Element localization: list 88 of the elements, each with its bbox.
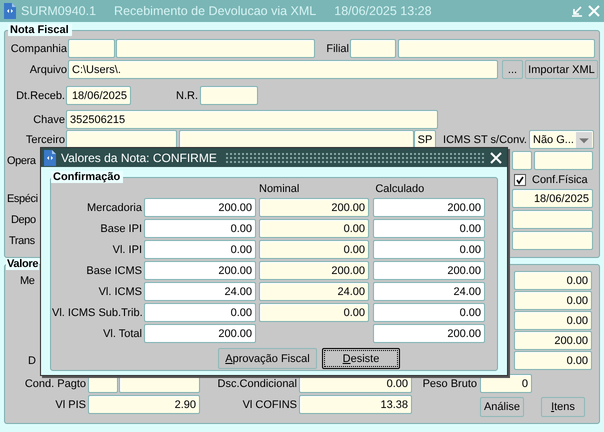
browse-button[interactable]: ... bbox=[502, 60, 523, 79]
document-icon bbox=[43, 150, 57, 166]
group-title: Valore bbox=[6, 258, 40, 270]
value-field[interactable]: 200.00 bbox=[144, 261, 256, 280]
field-label: D bbox=[28, 354, 36, 366]
input-field[interactable]: C:\Users\. bbox=[68, 60, 498, 79]
field-label: Terceiro bbox=[24, 134, 65, 146]
value-field[interactable]: 200.00 bbox=[259, 261, 369, 280]
group-title: Confirmação bbox=[51, 171, 124, 183]
date-field[interactable]: 18/06/2025 bbox=[66, 86, 131, 105]
field-label: Trans bbox=[9, 234, 35, 246]
input-field[interactable]: 200.00 bbox=[514, 331, 592, 350]
input-field[interactable]: 0.00 bbox=[514, 291, 592, 310]
row-label: Base IPI bbox=[99, 222, 142, 234]
field-label: Chave bbox=[32, 114, 65, 126]
field-label: Peso Bruto bbox=[422, 378, 477, 390]
minimize-icon[interactable] bbox=[571, 5, 583, 17]
group-title: Nota Fiscal bbox=[8, 24, 72, 36]
value-field[interactable]: 0.00 bbox=[144, 240, 256, 259]
input-field[interactable] bbox=[512, 210, 593, 229]
input-field[interactable]: 0.00 bbox=[514, 351, 592, 370]
checkbox-label: Conf.Física bbox=[531, 174, 588, 186]
input-field[interactable] bbox=[350, 39, 396, 58]
window-datetime: 18/06/2025 13:28 bbox=[334, 4, 432, 18]
input-field[interactable] bbox=[200, 86, 258, 105]
input-field[interactable]: 13.38 bbox=[299, 395, 412, 414]
value-field[interactable]: 200.00 bbox=[373, 198, 485, 217]
row-label: Mercadoria bbox=[86, 202, 142, 214]
field-label: Arquivo bbox=[28, 64, 67, 76]
field-label: Filial bbox=[325, 42, 349, 54]
value-field[interactable]: 24.00 bbox=[373, 282, 485, 301]
value-field[interactable]: 0.00 bbox=[373, 219, 485, 238]
window-subtitle: Recebimento de Devolucao via XML bbox=[114, 4, 316, 18]
value-field[interactable]: 0.00 bbox=[144, 219, 256, 238]
input-field[interactable] bbox=[398, 39, 595, 58]
field-label: Opera bbox=[7, 154, 36, 166]
items-button[interactable]: Itens bbox=[541, 396, 585, 416]
value-field[interactable]: 24.00 bbox=[259, 282, 369, 301]
value-field[interactable]: 200.00 bbox=[259, 198, 369, 217]
field-label: N.R. bbox=[175, 90, 198, 102]
field-label: Espéci bbox=[7, 192, 38, 204]
window-title: SURM0940.1 bbox=[21, 4, 96, 18]
field-label: Vl PIS bbox=[54, 398, 86, 410]
row-label: Vl. Total bbox=[102, 328, 142, 340]
value-field[interactable]: 0.00 bbox=[373, 303, 485, 322]
cancel-button[interactable]: Desiste bbox=[322, 348, 400, 369]
field-label: Me bbox=[20, 274, 34, 286]
value-field[interactable]: 0.00 bbox=[259, 219, 369, 238]
row-label: Vl. ICMS bbox=[98, 286, 142, 298]
dropdown[interactable]: Não G... bbox=[529, 130, 594, 149]
value-field[interactable]: 0.00 bbox=[259, 240, 369, 259]
field-label: Dsc.Condicional bbox=[216, 378, 297, 390]
field-label: Companhia bbox=[10, 42, 67, 54]
fiscal-approval-button[interactable]: Aprovação Fiscal bbox=[218, 348, 317, 369]
date-field[interactable]: 18/06/2025 bbox=[512, 189, 593, 208]
field-label: ICMS ST s/Conv. bbox=[442, 134, 527, 146]
column-header: Calculado bbox=[375, 183, 424, 196]
value-field[interactable]: 0.00 bbox=[259, 303, 369, 322]
field-label: Depo bbox=[11, 214, 36, 226]
value-field[interactable]: 200.00 bbox=[144, 324, 256, 343]
close-icon[interactable] bbox=[490, 152, 502, 164]
value-field[interactable]: 200.00 bbox=[373, 324, 485, 343]
value-field[interactable]: 0.00 bbox=[144, 303, 256, 322]
row-label: Vl. ICMS Sub.Trib. bbox=[52, 306, 142, 318]
row-label: Vl. IPI bbox=[112, 244, 142, 256]
value-field[interactable]: 200.00 bbox=[144, 198, 256, 217]
dialog-title: Valores da Nota: CONFIRME bbox=[61, 150, 217, 164]
input-field[interactable]: 0.00 bbox=[514, 271, 592, 290]
column-header: Nominal bbox=[259, 183, 300, 196]
checkbox[interactable] bbox=[514, 174, 526, 186]
input-field[interactable] bbox=[534, 151, 593, 170]
value-field[interactable]: 200.00 bbox=[373, 261, 485, 280]
input-field[interactable] bbox=[512, 231, 593, 250]
field-label: Dt.Receb. bbox=[15, 90, 65, 102]
input-field[interactable] bbox=[116, 39, 315, 58]
input-field[interactable]: 2.90 bbox=[88, 395, 200, 414]
input-field[interactable] bbox=[512, 151, 532, 170]
value-field[interactable]: 24.00 bbox=[144, 282, 256, 301]
row-label: Base ICMS bbox=[85, 264, 142, 276]
field-label: Cond. Pagto bbox=[24, 378, 86, 390]
input-field[interactable]: 0.00 bbox=[514, 311, 592, 330]
analysis-button[interactable]: Análise bbox=[480, 396, 524, 416]
input-field[interactable]: 352506215 bbox=[66, 110, 438, 129]
import-button[interactable]: Importar XML bbox=[525, 60, 598, 79]
input-field[interactable] bbox=[68, 39, 115, 58]
document-icon bbox=[3, 3, 17, 19]
value-field[interactable]: 0.00 bbox=[373, 240, 485, 259]
field-label: Vl COFINS bbox=[242, 398, 297, 410]
